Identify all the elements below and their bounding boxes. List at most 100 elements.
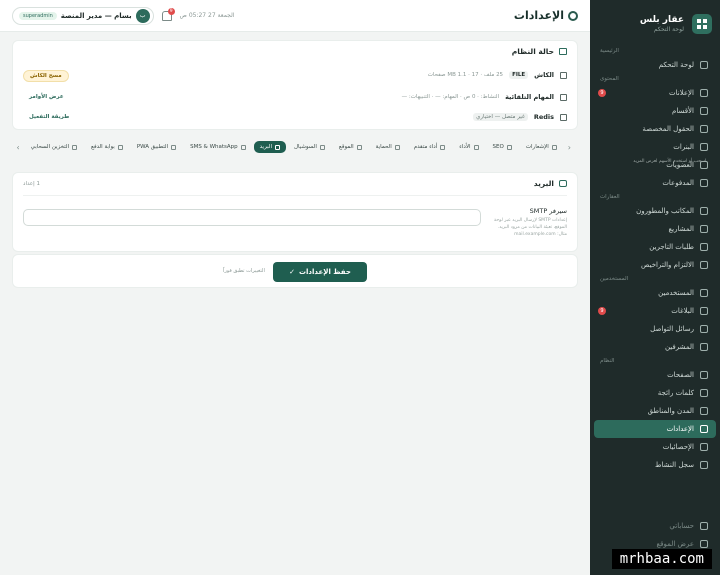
cache-meta: 25 ملف · MB 1.1 · 17 صفحات (427, 72, 504, 78)
cron-row: المهام التلقائية النشاط: · 0 ص · المهام:… (402, 93, 567, 101)
count-badge: 9 (598, 89, 606, 97)
cache-row: الكاش FILE 25 ملف · MB 1.1 · 17 صفحات (428, 71, 567, 79)
settings-tab[interactable]: التطبيق PWA (131, 141, 182, 153)
tab-icon (440, 144, 446, 150)
settings-tab[interactable]: بوابة الدفع (85, 141, 129, 153)
settings-tab[interactable]: SMS & WhatsApp (184, 141, 252, 153)
sidebar-item[interactable]: البلاغات 9 (590, 302, 720, 320)
settings-tab[interactable]: أداء متقدم (408, 141, 452, 153)
sidebar-item-label: كلمات رائجة (657, 389, 694, 397)
nav-icon (700, 61, 708, 69)
save-note: التغييرات تطبق فوراً (223, 268, 265, 274)
sidebar-item-label: الحقول المخصصة (642, 125, 694, 133)
sidebar-footer-account[interactable]: حساباتي (590, 517, 720, 535)
user-menu[interactable]: ب بسام — مدير المنصة superadmin (12, 6, 154, 25)
tab-label: الإشعارات (525, 144, 549, 150)
sidebar-section-title: العقارات (600, 194, 620, 200)
sidebar-item[interactable]: الأقسام (590, 102, 720, 120)
nav-icon (700, 343, 708, 351)
nav-icon (700, 307, 708, 315)
external-icon (700, 540, 708, 548)
activation-method-button[interactable]: طريقة التفعيل (23, 112, 75, 122)
sidebar-item[interactable]: المشرفين (590, 338, 720, 356)
settings-tabs: ‹ الإشعارات SEO الأداء أداء متقدم الحماية الم… (12, 138, 578, 156)
clear-cache-button[interactable]: مسح الكاش (23, 70, 69, 82)
sidebar-item-label: الإعدادات (666, 425, 694, 433)
sidebar-item[interactable]: المشاريع (590, 220, 720, 238)
watermark: mrhbaa.com (611, 549, 712, 569)
nav-icon (700, 443, 708, 451)
tab-label: بوابة الدفع (91, 144, 115, 150)
tab-icon (506, 144, 512, 150)
sidebar-item-label: البنرات (673, 143, 694, 151)
nav-icon (700, 407, 708, 415)
sidebar-item-label: البلاغات (671, 307, 694, 315)
sidebar-item[interactable]: الإعلانات 9 (590, 84, 720, 102)
tab-label: الأداء (459, 144, 471, 150)
sidebar-section-title: الرئيسية (600, 48, 619, 54)
sidebar-item[interactable]: طلبات التاجرين (590, 238, 720, 256)
sidebar-item-label: المشرفين (664, 343, 694, 351)
tab-icon (72, 144, 78, 150)
sidebar-item[interactable]: الحقول المخصصة (590, 120, 720, 138)
sidebar-item-label: المدفوعات (662, 179, 694, 187)
settings-tab[interactable]: الموقع (333, 141, 368, 153)
cache-driver-tag: FILE (509, 71, 529, 79)
nav-icon (700, 107, 708, 115)
settings-tab[interactable]: السوشيال (288, 141, 331, 153)
chevron-left-icon[interactable]: › (13, 143, 22, 152)
sidebar-item[interactable]: الإعدادات (594, 420, 716, 438)
nav-icon (700, 225, 708, 233)
sidebar-item-label: المدن والمناطق (647, 407, 694, 415)
divider (23, 195, 567, 196)
sidebar-item-label: المشاريع (668, 225, 694, 233)
role-badge: superadmin (19, 11, 57, 20)
sidebar-item[interactable]: رسائل التواصل (590, 320, 720, 338)
sidebar-item[interactable]: المكاتب والمطورون (590, 202, 720, 220)
system-status-header: حالة النظام (13, 41, 577, 62)
smtp-host-input[interactable] (23, 209, 481, 226)
sidebar-item[interactable]: المدفوعات (590, 174, 720, 192)
brand-name: عقار بلس (639, 15, 684, 25)
tab-icon (319, 144, 325, 150)
settings-tab[interactable]: التخزين السحابي (25, 141, 83, 153)
chevron-right-icon[interactable]: ‹ (565, 143, 574, 152)
settings-tab[interactable]: البريد (253, 141, 286, 153)
sidebar-item[interactable]: الصفحات (590, 366, 720, 384)
tab-label: SEO (492, 144, 504, 150)
nav-icon (700, 207, 708, 215)
settings-tab[interactable]: الأداء (453, 141, 484, 153)
sidebar-item[interactable]: كلمات رائجة (590, 384, 720, 402)
tab-icon (274, 144, 280, 150)
sidebar-item-label: المستخدمين (658, 289, 694, 297)
tabs-hint: اسحب أو استخدم الأسهم لعرض المزيد (633, 159, 706, 164)
sidebar-item[interactable]: الإحصائيات (590, 438, 720, 456)
settings-tab[interactable]: SEO (487, 141, 518, 153)
sidebar-item[interactable]: المدن والمناطق (590, 402, 720, 420)
tab-label: الموقع (338, 144, 354, 150)
sidebar-item[interactable]: سجل النشاط (590, 456, 720, 474)
save-bar: التغييرات تطبق فوراً حفظ الإعدادات ✓ (12, 254, 578, 288)
sidebar-item[interactable]: المستخدمين (590, 284, 720, 302)
nav-icon (700, 125, 708, 133)
smtp-host-help: إعدادات SMTP لإرسال البريد عبر لوحة المو… (493, 218, 567, 237)
tab-label: التخزين السحابي (30, 144, 70, 150)
settings-tab[interactable]: الحماية (370, 141, 406, 153)
sidebar-section-title: المستخدمين (600, 276, 629, 282)
nav-icon (700, 179, 708, 187)
save-settings-button[interactable]: حفظ الإعدادات ✓ (273, 262, 367, 282)
view-commands-button[interactable]: عرض الأوامر (23, 92, 70, 102)
tab-icon (394, 144, 400, 150)
sidebar-item[interactable]: لوحة التحكم (590, 56, 720, 74)
topbar: الإعدادات الجمعة 27 05:27 ص 9 ب بسام — م… (0, 0, 590, 32)
nav-icon (700, 461, 708, 469)
user-icon (700, 522, 708, 530)
tab-label: أداء متقدم (413, 144, 438, 150)
brand[interactable]: عقار بلس لوحة التحكم (590, 0, 720, 40)
sidebar-section-title: النظام (600, 358, 615, 364)
bell-icon[interactable]: 9 (161, 7, 175, 21)
sidebar-item[interactable]: الالتزام والتراخيص (590, 256, 720, 274)
tab-label: التطبيق PWA (136, 144, 169, 150)
sidebar-item[interactable]: البنرات (590, 138, 720, 156)
settings-tab[interactable]: الإشعارات (520, 141, 563, 153)
